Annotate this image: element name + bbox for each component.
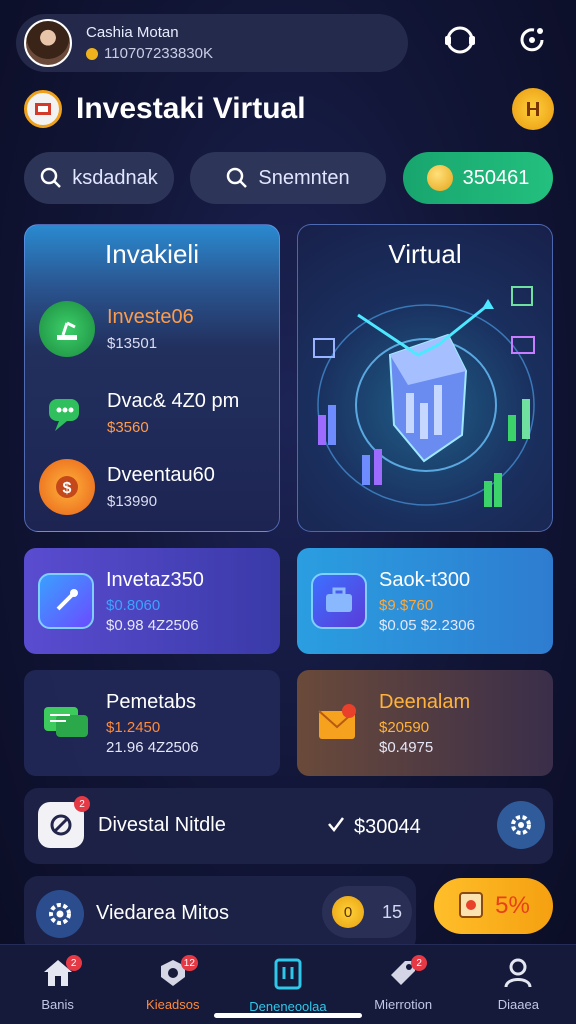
- investment-card-heading: Invakieli: [105, 239, 199, 269]
- profile-name: Cashia Motan: [86, 24, 179, 41]
- nav-item-label: Kieadsos: [146, 997, 200, 1012]
- asset-card-subvalue: 21.96 4Z2506: [106, 738, 199, 756]
- divestal-label: Divestal Nitdle: [98, 814, 226, 836]
- virtual-card-heading: Virtual: [388, 239, 462, 269]
- nav-item-label: Mierrotion: [374, 997, 433, 1012]
- nav-badge: 2: [411, 955, 428, 971]
- settings-icon[interactable]: [36, 890, 84, 938]
- asset-card[interactable]: Saok-t300 $9.$760 $0.05 $2.2306: [297, 548, 553, 654]
- nav-item-label: Deneneoolaa: [249, 999, 327, 1014]
- virtual-portfolio-illustration: [313, 286, 535, 507]
- divestal-value: $30044: [354, 815, 421, 838]
- asset-card[interactable]: Invetaz350 $0.8060 $0.98 4Z2506: [24, 548, 280, 654]
- dashboard-icon: [274, 958, 302, 990]
- refresh-icon[interactable]: [510, 18, 554, 62]
- coin-icon: [86, 47, 98, 60]
- asset-card-value: $0.8060: [106, 596, 161, 614]
- list-item[interactable]: $ Dveentau60 $13990: [39, 459, 215, 515]
- check-icon: [326, 814, 346, 840]
- nav-badge: 12: [180, 955, 198, 971]
- asset-card-title: Saok-t300: [379, 568, 471, 591]
- percent-value: 5%: [495, 892, 530, 919]
- virtual-card[interactable]: Virtual: [297, 224, 553, 532]
- investment-card[interactable]: Invakieli Investe06 $13501 Dvac& 4Z0 pm …: [24, 224, 280, 532]
- nav-item-shield[interactable]: 12 Kieadsos: [123, 945, 223, 1012]
- list-item-value: $3560: [107, 419, 149, 436]
- nav-item-dashboard[interactable]: Deneneoolaa: [238, 945, 338, 1014]
- app-logo-icon: [24, 90, 62, 128]
- asset-card-title: Deenalam: [379, 690, 471, 713]
- coin-stack-icon: [426, 165, 453, 191]
- app-title: Investaki Virtual: [76, 92, 306, 125]
- list-item-name: Dveentau60: [107, 464, 215, 486]
- search-pill-1-label: ksdadnak: [72, 166, 158, 189]
- wallet-icon: [457, 889, 485, 924]
- envelope-tag-icon: [311, 695, 367, 751]
- asset-card-value: $1.2450: [106, 718, 161, 736]
- list-item[interactable]: Dvac& 4Z0 pm $3560: [39, 385, 239, 441]
- asset-card-value: $20590: [379, 718, 430, 736]
- search-pill-2-label: Snemnten: [258, 166, 350, 189]
- nav-item-tag[interactable]: 2 Mierrotion: [353, 945, 453, 1012]
- list-item-name: Dvac& 4Z0 pm: [107, 390, 240, 412]
- gear-icon[interactable]: [497, 801, 545, 849]
- list-item[interactable]: Investe06 $13501: [39, 301, 194, 357]
- balance-pill[interactable]: 350461: [403, 152, 553, 204]
- toggle-coin: 0: [332, 896, 364, 928]
- chat-bubble-icon: [39, 385, 95, 441]
- list-item-value: $13501: [107, 335, 158, 352]
- search-pill-1[interactable]: ksdadnak: [24, 152, 174, 204]
- nav-item-label: Banis: [41, 997, 74, 1012]
- asset-card[interactable]: Deenalam $20590 $0.4975: [297, 670, 553, 776]
- asset-card-title: Pemetabs: [106, 690, 197, 713]
- profile-id: 110707233830K: [104, 45, 213, 62]
- search-pill-2[interactable]: Snemnten: [190, 152, 386, 204]
- toolbox-icon: [311, 573, 367, 629]
- asset-card-value: $9.$760: [379, 596, 434, 614]
- list-item-value: $13990: [107, 493, 158, 510]
- nav-item-profile[interactable]: Diaaea: [468, 945, 568, 1012]
- search-icon: [40, 167, 62, 188]
- asset-card-subvalue: $0.98 4Z2506: [106, 616, 199, 634]
- coin-toggle[interactable]: 0 15: [322, 886, 412, 938]
- support-icon[interactable]: [438, 18, 482, 62]
- dollar-gear-icon: $: [39, 459, 95, 515]
- user-icon: [504, 958, 532, 988]
- toggle-count: 15: [382, 901, 403, 922]
- trophy-icon[interactable]: [512, 88, 554, 130]
- bottom-nav: 2 Banis 12 Kieadsos Deneneoolaa 2 Mierro…: [0, 944, 576, 1024]
- nav-item-label: Diaaea: [497, 997, 539, 1012]
- asset-card-subvalue: $0.05 $2.2306: [379, 616, 475, 634]
- asset-card-subvalue: $0.4975: [379, 738, 434, 756]
- wrench-icon: [38, 573, 94, 629]
- robot-arm-icon: [39, 301, 95, 357]
- search-icon: [227, 167, 248, 188]
- asset-card-title: Invetaz350: [106, 568, 204, 591]
- nav-item-home[interactable]: 2 Banis: [8, 945, 108, 1012]
- divestal-value-group: $30044: [326, 814, 421, 840]
- avatar[interactable]: [24, 19, 72, 67]
- balance-value: 350461: [462, 166, 530, 189]
- nav-badge: 2: [65, 955, 82, 971]
- viedarea-label: Viedarea Mitos: [96, 902, 230, 924]
- chat-bubble-icon: [38, 695, 94, 751]
- home-indicator: [214, 1013, 362, 1018]
- profile-bar[interactable]: Cashia Motan 110707233830K: [16, 14, 408, 72]
- asset-card[interactable]: Pemetabs $1.2450 21.96 4Z2506: [24, 670, 280, 776]
- percent-badge[interactable]: 5%: [434, 878, 553, 934]
- notification-badge: 2: [74, 796, 90, 812]
- svg-text:$: $: [63, 480, 72, 497]
- list-item-name: Investe06: [107, 306, 194, 328]
